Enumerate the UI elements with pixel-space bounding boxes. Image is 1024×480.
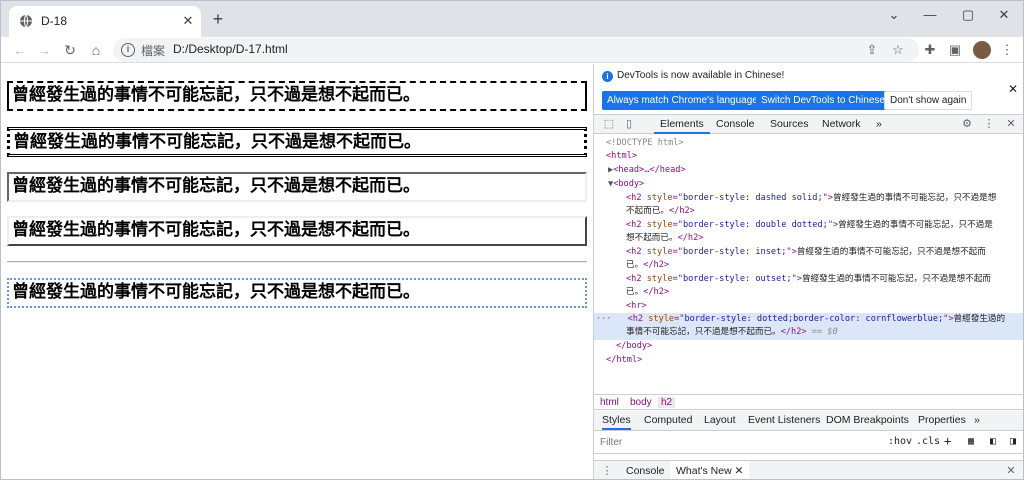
info-icon[interactable]: i	[121, 43, 135, 57]
tab-console[interactable]: Console	[716, 115, 755, 134]
drawer-tab-console[interactable]: Console	[620, 461, 671, 479]
maximize-button[interactable]: ▢	[955, 5, 981, 25]
tab-elements[interactable]: Elements	[654, 115, 710, 134]
drawer-menu-icon[interactable]: ⋮	[600, 464, 614, 478]
heading-inset: 曾經發生過的事情不可能忘記，只不過是想不起而已。	[7, 172, 587, 202]
dom-body-close[interactable]: </body>	[594, 340, 1023, 354]
tab-computed[interactable]: Computed	[644, 411, 692, 430]
paint-icon[interactable]: ▦	[968, 436, 974, 447]
close-window-button[interactable]: ✕	[991, 5, 1017, 25]
inspect-icon[interactable]: ⬚	[602, 117, 616, 131]
dom-head[interactable]: ▶<head>…</head>	[594, 164, 1023, 178]
scheme-label: 檔案	[141, 44, 166, 58]
share-icon[interactable]: ⇪	[863, 41, 881, 59]
dom-h2-1[interactable]: <h2 style="border-style: dashed solid;">…	[594, 192, 1023, 206]
drawer-tab-whats-new[interactable]: What's New ✕	[670, 461, 750, 479]
extensions-icon[interactable]: ✚	[921, 41, 939, 59]
dom-body[interactable]: ▼<body>	[594, 178, 1023, 192]
close-drawer-icon[interactable]: ✕	[1004, 464, 1018, 478]
tab-dom-breakpoints[interactable]: DOM Breakpoints	[826, 411, 909, 430]
collapse-tabs-icon[interactable]: ⌄	[881, 5, 907, 25]
close-icon[interactable]: ✕	[1004, 117, 1018, 131]
notice-text: DevTools is now available in Chinese!	[617, 70, 785, 81]
heading-dotted-cornflowerblue: 曾經發生過的事情不可能忘記，只不過是想不起而已。	[7, 278, 587, 308]
close-icon[interactable]: ✕	[1008, 82, 1018, 96]
tab-close-icon[interactable]: ✕	[179, 12, 197, 30]
more-style-tabs-button[interactable]: »	[974, 411, 980, 430]
url-text[interactable]: D:/Desktop/D-17.html	[173, 42, 288, 56]
styles-tabs: Styles Computed Layout Event Listeners D…	[594, 411, 1023, 431]
menu-icon[interactable]: ⋮	[998, 41, 1016, 59]
crumb-body[interactable]: body	[630, 397, 652, 408]
browser-toolbar: ← → ↻ ⌂ i 檔案 D:/Desktop/D-17.html ⇪ ☆ ✚ …	[1, 37, 1023, 63]
avatar[interactable]	[973, 41, 991, 59]
filter-input[interactable]: Filter	[597, 435, 877, 451]
cls-button[interactable]: .cls	[916, 436, 940, 447]
dom-hr[interactable]: <hr>	[594, 300, 1023, 314]
dom-tree: <!DOCTYPE html> <html> ▶<head>…</head> ▼…	[594, 135, 1023, 390]
heading-outset: 曾經發生過的事情不可能忘記，只不過是想不起而已。	[7, 216, 587, 246]
globe-icon	[20, 14, 32, 28]
tab-event-listeners[interactable]: Event Listeners	[748, 411, 820, 430]
reload-button[interactable]: ↻	[59, 39, 81, 61]
dom-h2-4[interactable]: <h2 style="border-style: outset;">曾經發生過的…	[594, 273, 1023, 287]
browser-window: D-18 ✕ + ⌄ — ▢ ✕ ← → ↻ ⌂ i 檔案 D:/Desktop…	[0, 0, 1024, 480]
styles-filter-bar: Filter :hov .cls + ▦ ◧ ◨	[594, 432, 1023, 454]
minimize-button[interactable]: —	[917, 5, 943, 25]
more-tabs-button[interactable]: »	[876, 115, 882, 134]
dom-h2-5-selected[interactable]: ··· <h2 style="border-style: dotted;borde…	[594, 313, 1023, 327]
tab-network[interactable]: Network	[822, 115, 861, 134]
heading-double-dotted: 曾經發生過的事情不可能忘記，只不過是想不起而已。	[7, 127, 587, 157]
page-viewport: 曾經發生過的事情不可能忘記，只不過是想不起而已。 曾經發生過的事情不可能忘記，只…	[1, 64, 593, 479]
side-panel-icon[interactable]: ▣	[946, 41, 964, 59]
browser-tab[interactable]: D-18 ✕	[9, 6, 201, 37]
devtools-panel: i DevTools is now available in Chinese! …	[593, 64, 1023, 479]
dom-html[interactable]: <html>	[594, 150, 1023, 164]
close-icon[interactable]: ✕	[735, 465, 744, 477]
dont-show-again-button[interactable]: Don't show again	[884, 91, 973, 110]
crumb-html[interactable]: html	[600, 397, 619, 408]
heading-dashed-solid: 曾經發生過的事情不可能忘記，只不過是想不起而已。	[7, 81, 587, 111]
language-notice: i DevTools is now available in Chinese! …	[594, 64, 1023, 114]
gear-icon[interactable]: ⚙	[960, 117, 974, 131]
dom-h2-3[interactable]: <h2 style="border-style: inset;">曾經發生過的事…	[594, 246, 1023, 260]
tab-properties[interactable]: Properties	[918, 411, 966, 430]
console-drawer: ⋮ Console What's New ✕ ✕	[594, 460, 1023, 479]
new-tab-button[interactable]: +	[207, 9, 229, 31]
tab-styles[interactable]: Styles	[602, 411, 631, 430]
switch-language-button[interactable]: Switch DevTools to Chinese	[756, 91, 890, 110]
kebab-menu-icon[interactable]: ⋮	[982, 117, 996, 131]
breadcrumb: html body h2	[594, 394, 1023, 410]
tab-strip: D-18 ✕ + ⌄ — ▢ ✕	[1, 1, 1023, 37]
dom-doctype[interactable]: <!DOCTYPE html>	[594, 137, 1023, 151]
home-button[interactable]: ⌂	[85, 39, 107, 61]
match-language-button[interactable]: Always match Chrome's language	[602, 91, 763, 110]
info-icon: i	[602, 71, 613, 82]
back-button[interactable]: ←	[9, 39, 31, 61]
horizontal-rule	[7, 261, 587, 263]
tab-sources[interactable]: Sources	[770, 115, 809, 134]
address-bar[interactable]: i 檔案 D:/Desktop/D-17.html	[113, 38, 919, 62]
add-rule-icon[interactable]: +	[944, 434, 951, 448]
computed-sidebar-icon[interactable]: ◧	[990, 436, 996, 447]
forward-button[interactable]: →	[33, 39, 55, 61]
dom-html-close[interactable]: </html>	[594, 354, 1023, 368]
crumb-h2[interactable]: h2	[658, 397, 676, 408]
bookmark-star-icon[interactable]: ☆	[889, 41, 907, 59]
device-toolbar-icon[interactable]: ▯	[622, 117, 636, 131]
collapse-panel-icon[interactable]: ◨	[1010, 436, 1016, 447]
tab-title: D-18	[41, 14, 68, 28]
tab-layout[interactable]: Layout	[704, 411, 736, 430]
hov-button[interactable]: :hov	[888, 436, 912, 447]
dom-h2-2[interactable]: <h2 style="border-style: double dotted;"…	[594, 219, 1023, 233]
devtools-tabs: ⬚ ▯ Elements Console Sources Network » ⚙…	[594, 114, 1023, 134]
